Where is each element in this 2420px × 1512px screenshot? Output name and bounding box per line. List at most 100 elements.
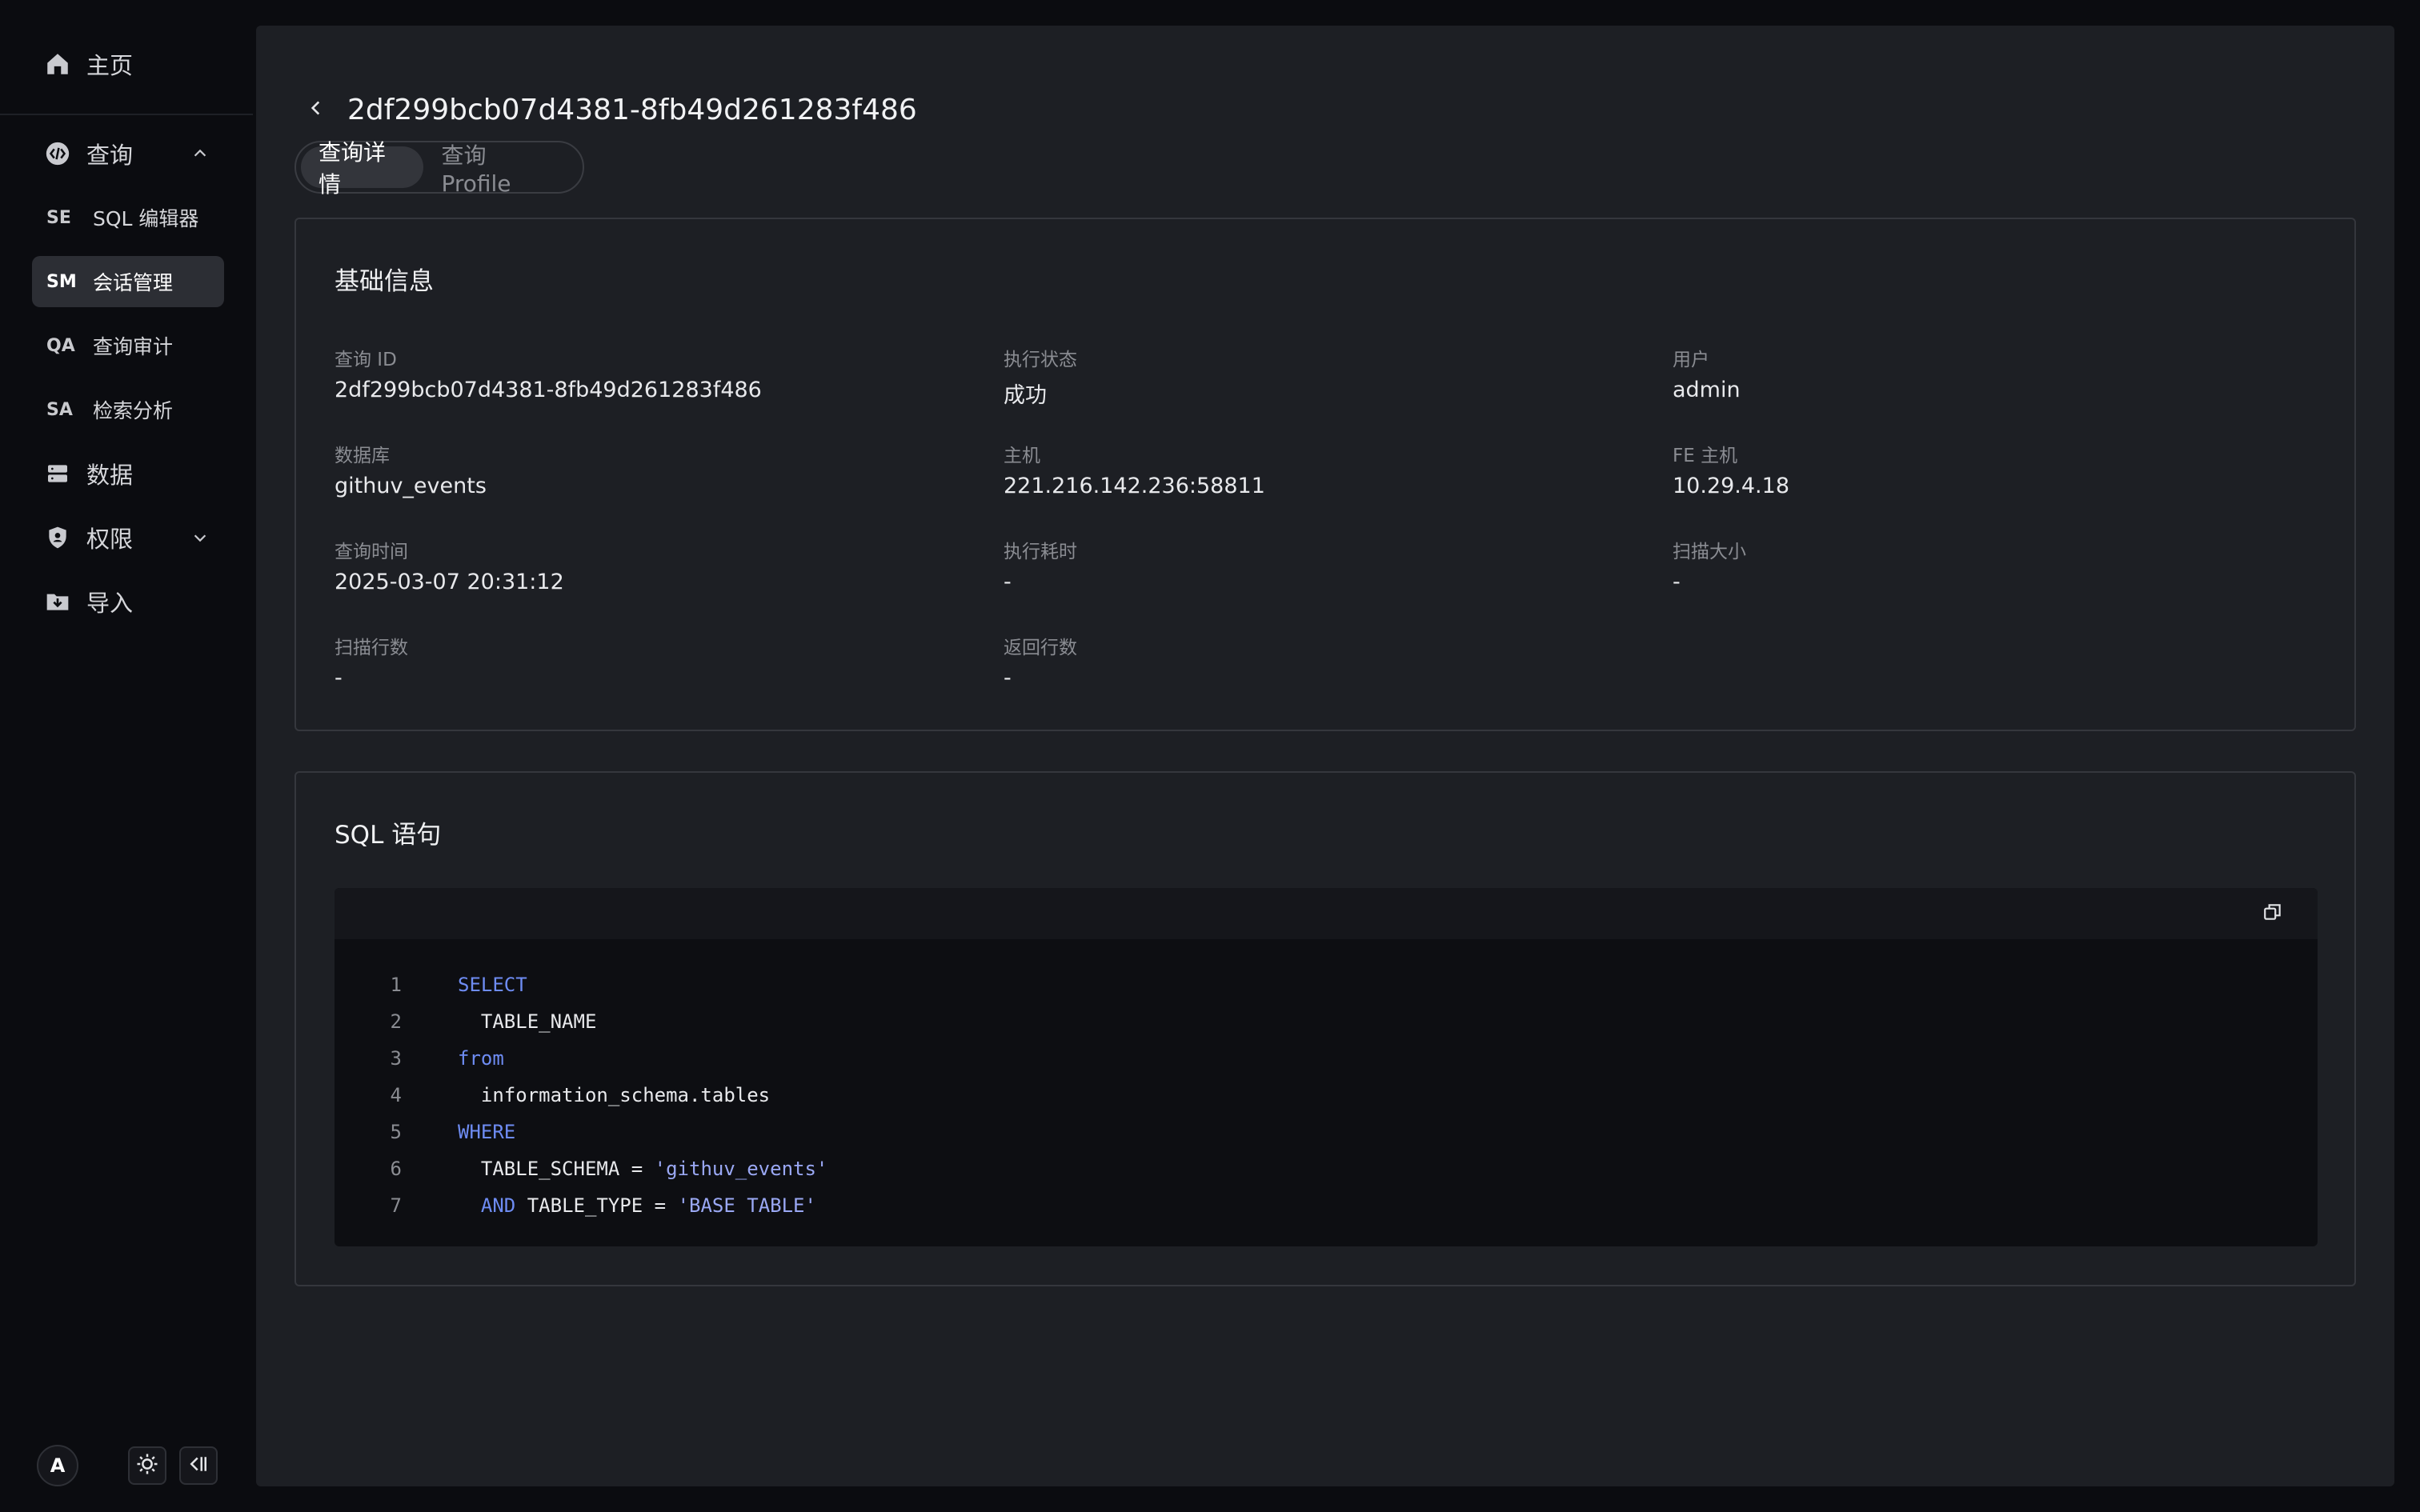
sql-token: TABLE_NAME bbox=[458, 1010, 597, 1033]
copy-icon bbox=[2262, 902, 2283, 926]
sidebar-item-session-management[interactable]: SM 会话管理 bbox=[32, 256, 224, 307]
field-label: 用户 bbox=[1673, 350, 1709, 370]
session-management-abbr: SM bbox=[46, 271, 77, 292]
line-number: 2 bbox=[390, 1010, 402, 1033]
code-text: information_schema.tables bbox=[458, 1084, 770, 1106]
sidebar-footer: A bbox=[0, 1440, 256, 1491]
line-number: 6 bbox=[390, 1158, 402, 1180]
sql-editor-abbr: SE bbox=[46, 207, 71, 228]
field-value: 2df299bcb07d4381-8fb49d261283f486 bbox=[335, 378, 762, 402]
code-text: WHERE bbox=[458, 1121, 515, 1143]
field-value: admin bbox=[1673, 378, 1741, 402]
database-icon bbox=[40, 456, 75, 491]
sql-token: TABLE_TYPE = bbox=[515, 1194, 678, 1217]
avatar[interactable]: A bbox=[37, 1445, 78, 1486]
collapse-sidebar-button[interactable] bbox=[179, 1446, 218, 1485]
field-label: 扫描大小 bbox=[1673, 542, 1746, 562]
field-user: 用户 admin bbox=[1673, 344, 1741, 402]
code-text: TABLE_NAME bbox=[458, 1010, 597, 1033]
sql-keyword: from bbox=[458, 1047, 504, 1070]
line-number: 4 bbox=[390, 1084, 402, 1106]
field-value: 成功 bbox=[1004, 383, 1047, 408]
field-value: 2025-03-07 20:31:12 bbox=[335, 570, 564, 594]
line-number: 5 bbox=[390, 1121, 402, 1143]
field-value: githuv_events bbox=[335, 474, 487, 498]
sql-card: SQL 语句 1 SELECT 2 TABLE_NAME 3 from 4 informa… bbox=[294, 771, 2356, 1286]
field-query-time: 查询时间 2025-03-07 20:31:12 bbox=[335, 536, 564, 594]
sidebar-item-sql-editor[interactable]: SE SQL 编辑器 bbox=[32, 192, 224, 243]
code-line: 3 from bbox=[335, 1040, 2318, 1077]
code-lines: 1 SELECT 2 TABLE_NAME 3 from 4 information_sc… bbox=[335, 966, 2318, 1224]
line-number: 3 bbox=[390, 1047, 402, 1070]
field-database: 数据库 githuv_events bbox=[335, 440, 487, 498]
field-label: 主机 bbox=[1004, 446, 1040, 466]
nav-home-label: 主页 bbox=[86, 52, 134, 79]
field-scan-rows: 扫描行数 - bbox=[335, 632, 408, 690]
basic-info-card: 基础信息 查询 ID 2df299bcb07d4381-8fb49d261283… bbox=[294, 218, 2356, 731]
nav-permission[interactable]: 权限 bbox=[32, 512, 224, 563]
field-value: 221.216.142.236:58811 bbox=[1004, 474, 1265, 498]
field-scan-size: 扫描大小 - bbox=[1673, 536, 1746, 594]
query-icon bbox=[40, 136, 75, 171]
code-text: from bbox=[458, 1047, 504, 1070]
nav-import[interactable]: 导入 bbox=[32, 576, 224, 627]
field-query-id: 查询 ID 2df299bcb07d4381-8fb49d261283f486 bbox=[335, 344, 762, 402]
query-audit-abbr: QA bbox=[46, 335, 75, 356]
chevron-left-icon bbox=[306, 98, 327, 122]
search-analysis-label: 检索分析 bbox=[93, 399, 174, 422]
sidebar: 主页 查询 SE SQL 编辑器 SM 会话管理 QA 查询审计 SA 检索分析… bbox=[0, 0, 256, 1512]
sql-string: 'BASE TABLE' bbox=[677, 1194, 816, 1217]
chevron-down-icon[interactable] bbox=[190, 528, 210, 547]
sidebar-item-query-audit[interactable]: QA 查询审计 bbox=[32, 320, 224, 371]
sql-keyword: WHERE bbox=[458, 1121, 516, 1143]
tab-query-profile[interactable]: 查询 Profile bbox=[423, 142, 578, 197]
basic-info-title: 基础信息 bbox=[335, 267, 434, 296]
field-value: - bbox=[1004, 666, 1012, 690]
search-analysis-abbr: SA bbox=[46, 399, 73, 420]
code-line: 5 WHERE bbox=[335, 1114, 2318, 1150]
field-value: - bbox=[335, 666, 343, 690]
tab-bar: 查询详情 查询 Profile bbox=[294, 139, 584, 198]
home-icon bbox=[40, 46, 75, 82]
field-fe-host: FE 主机 10.29.4.18 bbox=[1673, 440, 1789, 498]
copy-button[interactable] bbox=[2260, 901, 2286, 926]
field-host: 主机 221.216.142.236:58811 bbox=[1004, 440, 1265, 498]
nav-home[interactable]: 主页 bbox=[32, 38, 224, 90]
field-label: FE 主机 bbox=[1673, 446, 1738, 466]
tab-query-details[interactable]: 查询详情 bbox=[301, 139, 424, 198]
nav-import-label: 导入 bbox=[86, 590, 134, 617]
nav-query-label: 查询 bbox=[86, 142, 134, 169]
code-toolbar bbox=[335, 888, 2318, 939]
theme-toggle-button[interactable] bbox=[128, 1446, 166, 1485]
field-exec-status: 执行状态 成功 bbox=[1004, 344, 1077, 409]
code-block[interactable]: 1 SELECT 2 TABLE_NAME 3 from 4 information_sc… bbox=[335, 888, 2318, 1246]
back-button[interactable] bbox=[302, 96, 330, 123]
field-label: 返回行数 bbox=[1004, 638, 1077, 658]
nav-query[interactable]: 查询 bbox=[32, 128, 224, 179]
line-number: 7 bbox=[390, 1194, 402, 1217]
sql-string: 'githuv_events' bbox=[654, 1158, 828, 1180]
sql-title: SQL 语句 bbox=[335, 821, 442, 850]
nav-permission-label: 权限 bbox=[86, 526, 134, 553]
field-label: 执行耗时 bbox=[1004, 542, 1077, 562]
chevron-up-icon[interactable] bbox=[190, 144, 210, 163]
field-value: 10.29.4.18 bbox=[1673, 474, 1789, 498]
code-line: 6 TABLE_SCHEMA = 'githuv_events' bbox=[335, 1150, 2318, 1187]
sql-token: TABLE_SCHEMA = bbox=[458, 1158, 655, 1180]
sql-keyword: SELECT bbox=[458, 974, 527, 996]
field-value: - bbox=[1673, 570, 1681, 594]
code-text: SELECT bbox=[458, 974, 527, 996]
field-label: 数据库 bbox=[335, 446, 390, 466]
field-return-rows: 返回行数 - bbox=[1004, 632, 1077, 690]
code-line: 4 information_schema.tables bbox=[335, 1077, 2318, 1114]
field-label: 执行状态 bbox=[1004, 350, 1077, 370]
session-management-label: 会话管理 bbox=[93, 271, 174, 294]
main-panel: 2df299bcb07d4381-8fb49d261283f486 查询详情 查… bbox=[256, 26, 2394, 1486]
code-line: 1 SELECT bbox=[335, 966, 2318, 1003]
sql-token: information_schema.tables bbox=[458, 1084, 771, 1106]
nav-data[interactable]: 数据 bbox=[32, 448, 224, 499]
nav-data-label: 数据 bbox=[86, 462, 134, 489]
shield-icon bbox=[40, 520, 75, 555]
sidebar-item-search-analysis[interactable]: SA 检索分析 bbox=[32, 384, 224, 435]
